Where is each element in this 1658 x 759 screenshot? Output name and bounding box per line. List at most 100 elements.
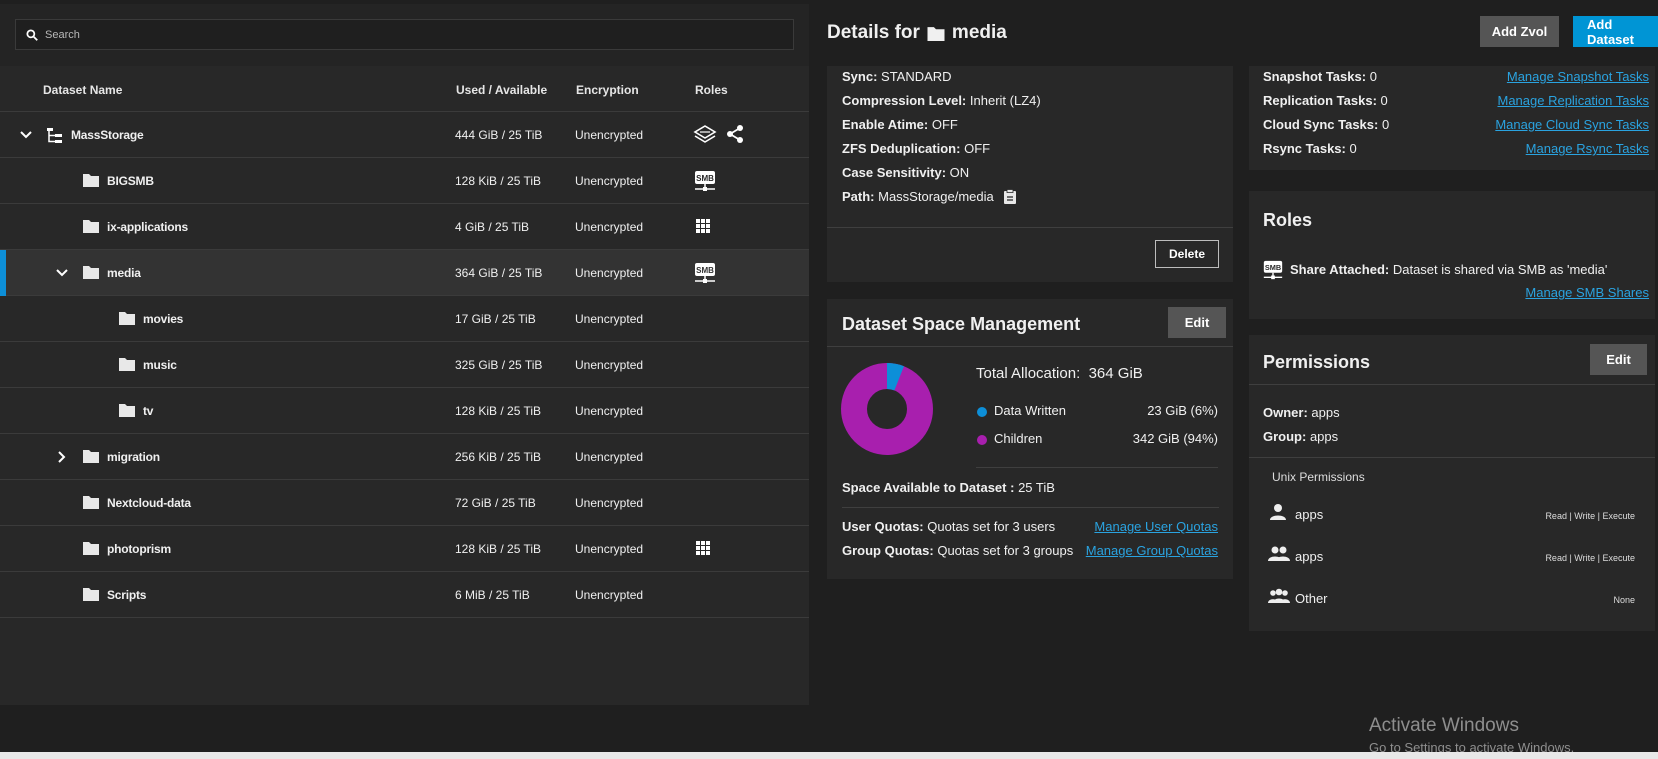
- cloud-sync-tasks-label: Cloud Sync Tasks:: [1263, 117, 1379, 132]
- compression-value: Inherit (LZ4): [969, 93, 1041, 108]
- folder-icon: [83, 266, 99, 279]
- smb-badge-text: SMB: [696, 266, 714, 275]
- owner-value: apps: [1311, 405, 1340, 420]
- dataset-used: 4 GiB / 25 TiB: [455, 220, 530, 234]
- chevron-down-icon[interactable]: [54, 265, 70, 281]
- sync-label: Sync:: [842, 69, 878, 84]
- divider: [842, 507, 1219, 508]
- dataset-name: tv: [143, 404, 154, 418]
- path-label: Path:: [842, 189, 875, 204]
- folder-icon: [83, 220, 99, 233]
- activate-windows-title: Activate Windows: [1369, 715, 1519, 736]
- other-users-icon: [1268, 588, 1290, 603]
- folder-icon: [927, 26, 945, 41]
- dataset-name: Nextcloud-data: [107, 496, 191, 510]
- dataset-encryption: Unencrypted: [575, 128, 644, 142]
- smb-share-icon: SMB: [695, 263, 715, 283]
- table-row[interactable]: photoprism 128 KiB / 25 TiB Unencrypted: [0, 526, 809, 572]
- dataset-encryption: Unencrypted: [575, 404, 644, 418]
- perm-entry-name: apps: [1295, 507, 1324, 522]
- space-edit-button[interactable]: Edit: [1168, 307, 1226, 338]
- group-label: Group:: [1263, 429, 1307, 444]
- table-row[interactable]: tv 128 KiB / 25 TiB Unencrypted: [0, 388, 809, 434]
- group-value: apps: [1309, 429, 1339, 444]
- dataset-name: BIGSMB: [107, 174, 154, 188]
- chevron-down-icon[interactable]: [18, 127, 34, 143]
- column-used-available[interactable]: Used / Available: [456, 83, 547, 97]
- table-row[interactable]: movies 17 GiB / 25 TiB Unencrypted: [0, 296, 809, 342]
- apps-grid-icon: [696, 541, 710, 555]
- divider: [827, 346, 1233, 347]
- manage-smb-shares-link[interactable]: Manage SMB Shares: [1525, 285, 1649, 300]
- data-written-value: 23 GiB (6%): [1147, 403, 1218, 418]
- add-dataset-button[interactable]: Add Dataset: [1573, 16, 1658, 47]
- divider: [1249, 457, 1655, 458]
- dataset-roles: [693, 538, 713, 558]
- column-dataset-name[interactable]: Dataset Name: [43, 83, 122, 97]
- divider: [827, 227, 1233, 228]
- dataset-encryption: Unencrypted: [575, 358, 644, 372]
- dataset-used: 444 GiB / 25 TiB: [455, 128, 543, 142]
- perm-entry-access: None: [1613, 595, 1635, 605]
- share-attached-label: Share Attached:: [1290, 262, 1390, 277]
- activate-windows-subtitle: Go to Settings to activate Windows.: [1369, 740, 1575, 752]
- dataset-name: photoprism: [107, 542, 171, 556]
- search-input[interactable]: [45, 28, 745, 41]
- dataset-used: 364 GiB / 25 TiB: [455, 266, 543, 280]
- manage-snapshot-tasks-link[interactable]: Manage Snapshot Tasks: [1507, 69, 1649, 84]
- table-row-selected[interactable]: media 364 GiB / 25 TiB Unencrypted SMB: [0, 250, 809, 296]
- add-zvol-button[interactable]: Add Zvol: [1480, 16, 1559, 47]
- dataset-name: MassStorage: [71, 128, 144, 142]
- folder-icon: [83, 174, 99, 187]
- dataset-used: 128 KiB / 25 TiB: [455, 542, 542, 556]
- table-row[interactable]: Nextcloud-data 72 GiB / 25 TiB Unencrypt…: [0, 480, 809, 526]
- table-row[interactable]: MassStorage 444 GiB / 25 TiB Unencrypted: [0, 112, 809, 158]
- dataset-roles: [693, 124, 745, 144]
- dataset-name: migration: [107, 450, 160, 464]
- table-row[interactable]: music 325 GiB / 25 TiB Unencrypted: [0, 342, 809, 388]
- divider: [1249, 384, 1655, 385]
- dedup-value: OFF: [964, 141, 991, 156]
- manage-replication-tasks-link[interactable]: Manage Replication Tasks: [1497, 93, 1649, 108]
- manage-group-quotas-link[interactable]: Manage Group Quotas: [1086, 543, 1218, 558]
- smb-badge-text: SMB: [1265, 263, 1281, 272]
- chevron-right-icon[interactable]: [54, 449, 70, 465]
- dataset-encryption: Unencrypted: [575, 588, 644, 602]
- table-row[interactable]: BIGSMB 128 KiB / 25 TiB Unencrypted SMB: [0, 158, 809, 204]
- snapshot-tasks-value: 0: [1369, 69, 1377, 84]
- apps-grid-icon: [696, 219, 710, 233]
- dataset-used: 256 KiB / 25 TiB: [455, 450, 542, 464]
- children-label: Children: [994, 431, 1043, 446]
- roles-title: Roles: [1263, 210, 1313, 230]
- manage-user-quotas-link[interactable]: Manage User Quotas: [1094, 519, 1218, 534]
- delete-button[interactable]: Delete: [1155, 240, 1219, 268]
- atime-label: Enable Atime:: [842, 117, 929, 132]
- smb-share-icon: SMB: [1263, 260, 1283, 280]
- tree-header: Dataset Name Used / Available Encryption…: [0, 66, 809, 112]
- table-row[interactable]: Scripts 6 MiB / 25 TiB Unencrypted: [0, 572, 809, 618]
- dataset-tree-panel: Dataset Name Used / Available Encryption…: [0, 4, 809, 705]
- user-icon: [1270, 504, 1286, 520]
- column-encryption[interactable]: Encryption: [576, 83, 639, 97]
- dataset-name: movies: [143, 312, 184, 326]
- case-sensitivity-label: Case Sensitivity:: [842, 165, 947, 180]
- rsync-tasks-label: Rsync Tasks:: [1263, 141, 1346, 156]
- children-dot: [977, 435, 987, 445]
- table-row[interactable]: ix-applications 4 GiB / 25 TiB Unencrypt…: [0, 204, 809, 250]
- details-title-prefix: Details for: [827, 22, 920, 43]
- dataset-details-card: Sync: STANDARD Compression Level: Inheri…: [827, 66, 1233, 282]
- search-bar: [0, 4, 809, 66]
- search-box[interactable]: [15, 19, 794, 50]
- rsync-tasks-value: 0: [1349, 141, 1357, 156]
- manage-cloud-sync-tasks-link[interactable]: Manage Cloud Sync Tasks: [1495, 117, 1649, 132]
- permissions-edit-button[interactable]: Edit: [1590, 344, 1647, 375]
- clipboard-icon[interactable]: [1003, 189, 1017, 205]
- data-written-dot: [977, 407, 987, 417]
- dataset-name: music: [143, 358, 177, 372]
- group-quotas-value: Quotas set for 3 groups: [937, 543, 1074, 558]
- manage-rsync-tasks-link[interactable]: Manage Rsync Tasks: [1526, 141, 1649, 156]
- dataset-encryption: Unencrypted: [575, 220, 644, 234]
- table-row[interactable]: migration 256 KiB / 25 TiB Unencrypted: [0, 434, 809, 480]
- permissions-card: Permissions Edit Owner: apps Group: apps…: [1249, 335, 1655, 631]
- group-icon: [1268, 546, 1290, 561]
